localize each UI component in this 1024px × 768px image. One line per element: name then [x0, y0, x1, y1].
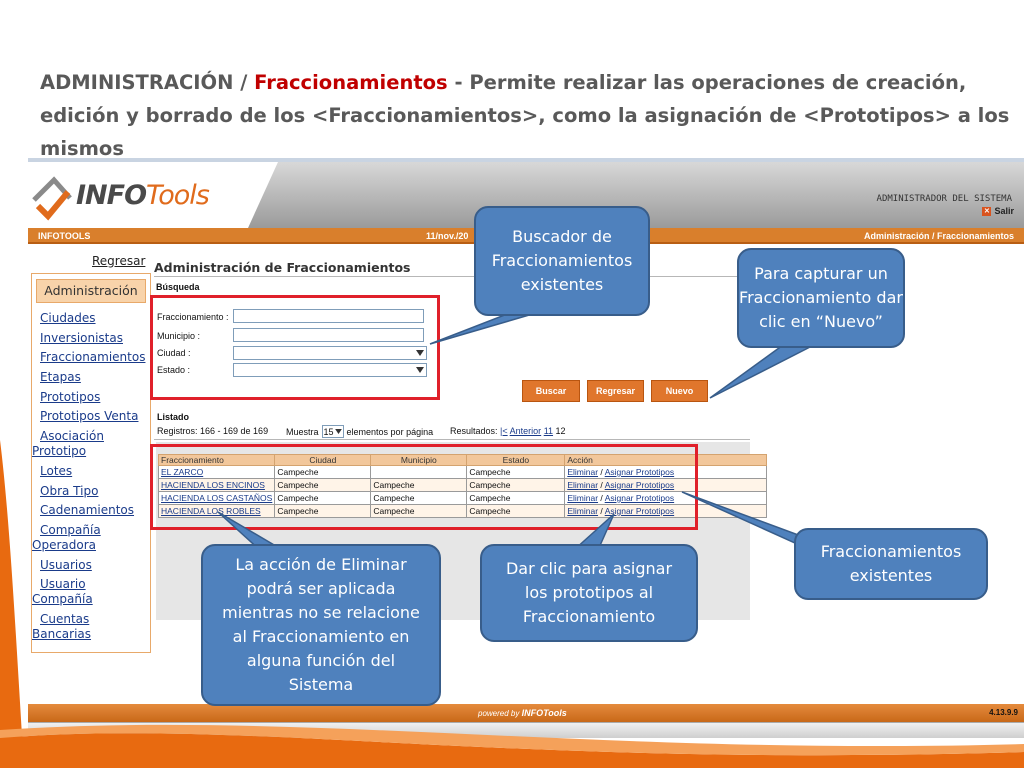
- sidebar-item-asociacion-prototipo[interactable]: Asociación Prototipo: [32, 429, 150, 459]
- title-accent: Fraccionamientos: [254, 71, 448, 94]
- divider: [154, 276, 754, 277]
- sidebar-item-obra-tipo[interactable]: Obra Tipo: [32, 484, 150, 499]
- search-highlight-box: [150, 295, 440, 400]
- chevron-down-icon: [334, 429, 342, 434]
- sidebar: Administración Ciudades Inversionistas F…: [31, 273, 151, 653]
- sidebar-item-label: Compañía: [40, 522, 101, 537]
- sidebar-item-label: Cuentas: [40, 611, 90, 626]
- page-title: Administración de Fraccionamientos: [154, 260, 411, 275]
- sidebar-item-cadenamientos[interactable]: Cadenamientos: [32, 503, 150, 518]
- breadcrumb: Administración / Fraccionamientos: [863, 231, 1014, 241]
- buscar-button[interactable]: Buscar: [522, 380, 580, 402]
- pagination: Resultados: |< Anterior 11 12: [450, 426, 566, 436]
- logo-brand-part2: Tools: [146, 180, 210, 211]
- sidebar-item-usuarios[interactable]: Usuarios: [32, 558, 150, 573]
- callout-existentes: Fraccionamientos existentes: [794, 528, 988, 600]
- sidebar-header: Administración: [36, 279, 146, 303]
- page-size-label: Muestra: [286, 426, 319, 437]
- current-page: 12: [555, 426, 566, 436]
- sidebar-item-usuario-compania[interactable]: Usuario Compañía: [32, 577, 150, 607]
- divider: [154, 439, 750, 440]
- sidebar-item-prototipos-venta[interactable]: Prototipos Venta: [32, 409, 150, 424]
- sidebar-item-fraccionamientos[interactable]: Fraccionamientos: [32, 350, 150, 365]
- infotools-logo-icon: [32, 176, 72, 221]
- search-section-label: Búsqueda: [156, 282, 200, 292]
- nuevo-button[interactable]: Nuevo: [651, 380, 708, 402]
- user-role-label: ADMINISTRADOR DEL SISTEMA: [876, 194, 1012, 204]
- callout-eliminar: La acción de Eliminar podrá ser aplicada…: [201, 544, 441, 706]
- page-size-select[interactable]: 15: [321, 425, 344, 438]
- slide-title: ADMINISTRACIÓN / Fraccionamientos - Perm…: [40, 66, 1020, 165]
- previous-page-link[interactable]: Anterior: [510, 426, 542, 436]
- sidebar-item-etapas[interactable]: Etapas: [32, 370, 150, 385]
- orange-wave-bottom-decoration: [0, 724, 1024, 768]
- sidebar-item-prototipos[interactable]: Prototipos: [32, 390, 150, 405]
- per-page-label: elementos por página: [346, 426, 434, 437]
- navbar-app-name: INFOTOOLS: [38, 231, 91, 241]
- back-link[interactable]: Regresar: [92, 254, 145, 268]
- infotools-logo-text: INFOTools: [76, 180, 210, 211]
- sidebar-item-label: Operadora: [32, 537, 96, 552]
- table-highlight-box: [150, 444, 698, 530]
- callout-nuevo: Para capturar un Fraccionamiento dar cli…: [737, 248, 905, 348]
- sidebar-item-label: Prototipo: [32, 444, 87, 459]
- close-icon: ✕: [982, 206, 992, 216]
- sidebar-item-lotes[interactable]: Lotes: [32, 464, 150, 479]
- sidebar-item-inversionistas[interactable]: Inversionistas: [32, 331, 150, 346]
- sidebar-item-cuentas-bancarias[interactable]: Cuentas Bancarias: [32, 612, 150, 642]
- sidebar-item-compania-operadora[interactable]: Compañía Operadora: [32, 523, 150, 553]
- callout-asignar: Dar clic para asignar los prototipos al …: [480, 544, 698, 642]
- regresar-button[interactable]: Regresar: [587, 380, 644, 402]
- record-count: Registros: 166 - 169 de 169: [157, 426, 269, 436]
- page-size-control: Muestra 15 elementos por página: [286, 425, 433, 438]
- sidebar-item-label: Usuario: [40, 577, 86, 592]
- first-page-link[interactable]: |<: [500, 426, 508, 436]
- navbar-date: 11/nov./20: [426, 231, 469, 241]
- title-section: ADMINISTRACIÓN /: [40, 71, 255, 94]
- page-size-value: 15: [323, 426, 334, 437]
- logout-label: Salir: [994, 206, 1014, 216]
- callout-buscador: Buscador de Fraccionamientos existentes: [474, 206, 650, 316]
- logout-button[interactable]: ✕ Salir: [982, 206, 1014, 216]
- sidebar-item-label: Compañía: [32, 592, 93, 607]
- sidebar-item-ciudades[interactable]: Ciudades: [32, 311, 150, 326]
- logo-brand-part1: INFO: [76, 180, 147, 211]
- pagination-label: Resultados:: [450, 426, 498, 436]
- slide: ADMINISTRACIÓN / Fraccionamientos - Perm…: [0, 0, 1024, 768]
- page-link[interactable]: 11: [544, 426, 553, 436]
- sidebar-item-label: Bancarias: [32, 626, 92, 641]
- sidebar-item-label: Asociación: [40, 429, 104, 444]
- listing-section-label: Listado: [157, 412, 190, 422]
